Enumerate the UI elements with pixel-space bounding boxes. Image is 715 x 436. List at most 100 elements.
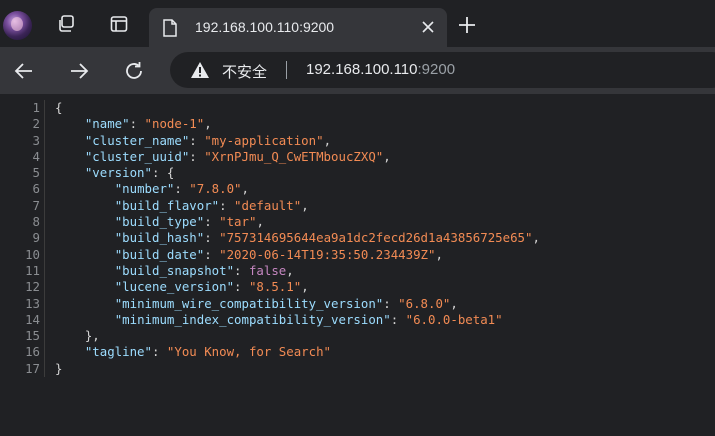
json-string: "757314695644ea9a1dc2fecd26d1a43856725e6… [219, 230, 533, 246]
json-punctuation: : [189, 148, 205, 164]
code-line: 9 "build_hash": "757314695644ea9a1dc2fec… [0, 230, 540, 247]
json-string: "default" [234, 197, 302, 213]
json-key: "minimum_index_compatibility_version" [114, 311, 391, 327]
vertical-tabs-icon[interactable] [105, 10, 133, 38]
gutter [44, 116, 53, 133]
code-line: 8 "build_type": "tar", [0, 214, 540, 231]
json-string: "2020-06-14T19:35:50.234439Z" [219, 246, 436, 262]
json-punctuation [55, 165, 85, 180]
code-line: 5 "version": { [0, 165, 540, 182]
workspaces-icon[interactable] [52, 10, 80, 38]
json-key: "lucene_version" [114, 279, 235, 295]
tab-strip: 192.168.100.110:9200 [0, 0, 715, 47]
json-punctuation: }, [55, 328, 100, 344]
json-string: "7.8.0" [189, 181, 242, 197]
forward-icon[interactable] [67, 59, 91, 83]
json-punctuation: } [55, 360, 63, 376]
json-key: "build_flavor" [114, 197, 220, 213]
line-number: 7 [32, 197, 40, 213]
json-punctuation: : [204, 246, 220, 262]
url-text[interactable]: 192.168.100.110:9200 [306, 61, 455, 78]
json-punctuation: : [383, 295, 399, 311]
json-string: "my-application" [204, 132, 324, 148]
json-key: "build_type" [114, 214, 205, 230]
gutter [44, 328, 53, 345]
address-bar[interactable]: 不安全 192.168.100.110:9200 [170, 52, 715, 88]
gutter [44, 262, 53, 280]
json-punctuation [55, 279, 115, 294]
line-number: 6 [32, 181, 40, 197]
active-tab[interactable]: 192.168.100.110:9200 [149, 8, 447, 47]
json-punctuation: : [174, 181, 190, 197]
json-punctuation [55, 296, 115, 311]
json-string: "tar" [219, 214, 257, 230]
code-line: 15 }, [0, 328, 540, 345]
url-port: :9200 [417, 61, 456, 78]
json-punctuation [55, 198, 115, 213]
gutter [44, 279, 53, 296]
code-line: 1{ [0, 100, 540, 117]
json-key: "version" [84, 165, 152, 181]
divider [286, 61, 287, 79]
code-line: 7 "build_flavor": "default", [0, 197, 540, 215]
json-key: "name" [84, 116, 130, 132]
toolbar: 不安全 192.168.100.110:9200 [0, 47, 715, 94]
json-punctuation: , [301, 197, 309, 213]
line-number: 13 [25, 295, 40, 311]
json-punctuation: : [151, 344, 167, 360]
line-number: 10 [25, 246, 40, 262]
warning-icon[interactable] [190, 61, 210, 84]
json-punctuation: : [390, 311, 406, 327]
json-punctuation: , [450, 295, 458, 311]
json-punctuation: : [234, 262, 249, 278]
json-punctuation [55, 247, 115, 262]
line-number: 9 [32, 230, 40, 246]
url-host: 192.168.100.110 [306, 61, 418, 78]
json-punctuation [55, 344, 85, 359]
json-string: "6.8.0" [398, 295, 451, 311]
code-line: 4 "cluster_uuid": "XrnPJmu_Q_CwETMboucZX… [0, 148, 540, 166]
line-number: 1 [32, 100, 40, 115]
json-punctuation [55, 149, 85, 164]
json-punctuation: , [301, 279, 309, 295]
code-line: 17} [0, 360, 540, 378]
gutter [44, 214, 53, 231]
back-icon[interactable] [12, 59, 36, 83]
gutter [44, 246, 53, 263]
line-number: 3 [32, 132, 40, 148]
json-punctuation [55, 214, 115, 229]
json-punctuation: : [189, 132, 205, 148]
gutter [44, 230, 53, 247]
tab-title: 192.168.100.110:9200 [195, 19, 335, 35]
code-line: 12 "lucene_version": "8.5.1", [0, 279, 540, 296]
gutter [44, 360, 53, 378]
json-key: "build_hash" [114, 230, 205, 246]
security-status[interactable]: 不安全 [222, 61, 267, 82]
json-punctuation: : [219, 197, 235, 213]
new-tab-icon[interactable] [455, 13, 479, 37]
gutter [44, 344, 53, 361]
json-punctuation: , [383, 148, 391, 164]
json-punctuation [55, 116, 85, 131]
json-key: "tagline" [84, 344, 152, 360]
page-content: 1{2 "name": "node-1", 3 "cluster_name": "… [0, 94, 715, 436]
json-punctuation [55, 230, 115, 245]
json-key: "build_date" [114, 246, 205, 262]
json-punctuation: , [532, 230, 540, 246]
json-key: "number" [114, 181, 175, 197]
code-line: 11 "build_snapshot": false, [0, 262, 540, 280]
json-string: "8.5.1" [248, 279, 302, 295]
code-line: 3 "cluster_name": "my-application", [0, 132, 540, 149]
reload-icon[interactable] [122, 59, 146, 83]
code-line: 16 "tagline": "You Know, for Search" [0, 344, 540, 361]
profile-avatar[interactable] [3, 11, 32, 40]
line-number: 2 [32, 116, 40, 132]
page-icon [163, 19, 177, 42]
json-punctuation [55, 181, 115, 196]
close-tab-icon[interactable] [420, 19, 436, 35]
json-punctuation: , [256, 214, 264, 230]
json-punctuation: , [204, 116, 212, 132]
code-line: 13 "minimum_wire_compatibility_version":… [0, 295, 540, 312]
json-punctuation: , [435, 246, 443, 262]
json-string: "6.0.0-beta1" [405, 311, 503, 327]
